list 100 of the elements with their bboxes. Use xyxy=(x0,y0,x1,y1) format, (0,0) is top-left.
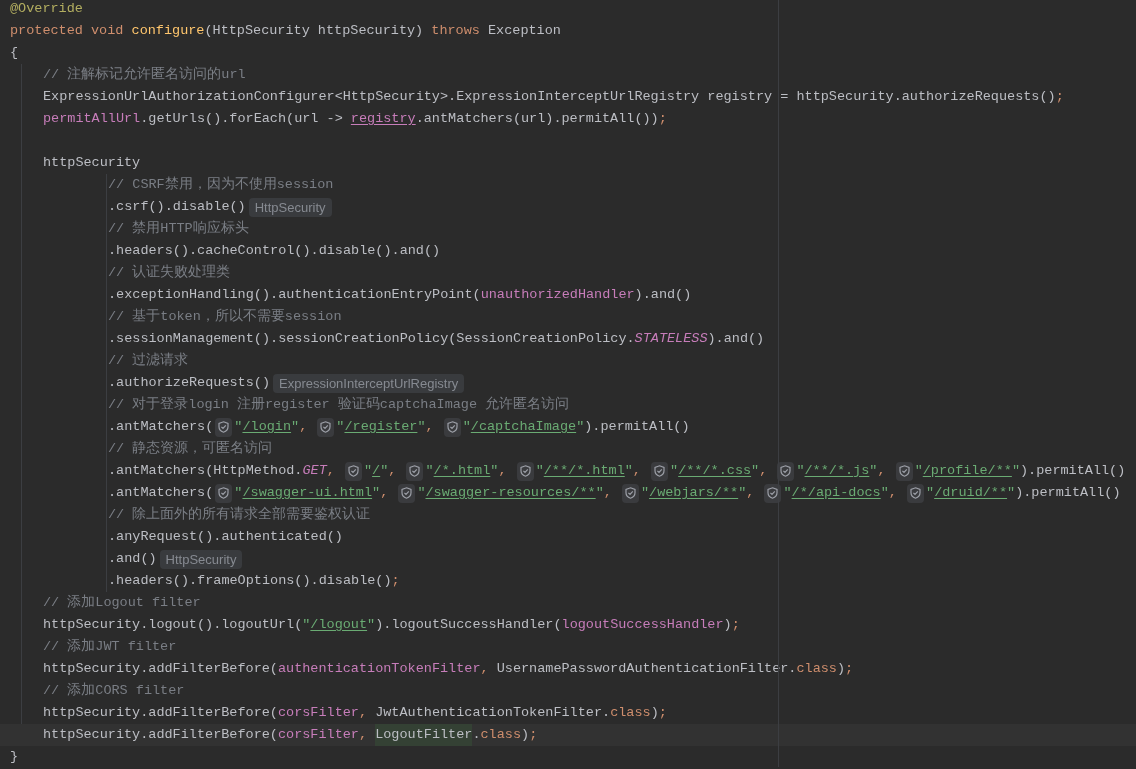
url-link[interactable]: /swagger-resources/** xyxy=(425,482,596,504)
code-comment: // 静态资源，可匿名访问 xyxy=(108,439,273,458)
shield-icon[interactable] xyxy=(317,417,335,437)
code-text: (HttpSecurity httpSecurity) xyxy=(204,22,425,40)
url-link[interactable]: /login xyxy=(242,416,292,438)
code-text: ).permitAll() xyxy=(1020,462,1126,480)
type-hint: HttpSecurity xyxy=(248,197,332,217)
field-name: authenticationTokenFilter xyxy=(277,660,481,678)
string-quote: " xyxy=(234,418,243,436)
code-text: .antMatchers(HttpMethod. xyxy=(108,462,303,480)
string-quote: " xyxy=(234,484,243,502)
code-text: .sessionManagement().sessionCreationPolicy(SessionCreationPolicy. xyxy=(108,330,635,348)
method-name: configure xyxy=(131,22,205,40)
url-link[interactable]: /captchaImage xyxy=(470,416,577,438)
punctuation: ; xyxy=(845,660,854,678)
code-comment: // 认证失败处理类 xyxy=(108,263,231,282)
shield-icon[interactable] xyxy=(651,461,669,481)
string-quote: " xyxy=(1007,484,1016,502)
punctuation: ; xyxy=(731,616,740,634)
code-comment: // 添加Logout filter xyxy=(43,593,201,612)
shield-icon[interactable] xyxy=(443,417,461,437)
shield-icon[interactable] xyxy=(516,461,534,481)
code-comment: // 基于token，所以不需要session xyxy=(108,307,342,326)
string-quote: " xyxy=(462,418,471,436)
url-link[interactable]: /register xyxy=(344,416,418,438)
field-name: unauthorizedHandler xyxy=(480,286,635,304)
shield-icon[interactable] xyxy=(398,483,416,503)
shield-icon[interactable] xyxy=(215,417,233,437)
code-text: .antMatchers(url).permitAll()) xyxy=(415,110,659,128)
shield-icon[interactable] xyxy=(895,461,913,481)
field-name: logoutSuccessHandler xyxy=(561,616,724,634)
code-text: .getUrls().forEach(url -> xyxy=(140,110,344,128)
url-link[interactable]: /logout xyxy=(310,614,368,636)
code-comment: // 添加JWT filter xyxy=(43,637,177,656)
code-comment: // 除上面外的所有请求全部需要鉴权认证 xyxy=(108,505,371,524)
punctuation: , xyxy=(888,484,898,502)
url-link[interactable]: /**/*.html xyxy=(543,460,625,482)
field-name: corsFilter xyxy=(277,704,359,722)
url-link[interactable]: /webjars/** xyxy=(649,482,739,504)
url-link[interactable]: /*/api-docs xyxy=(791,482,881,504)
shield-icon[interactable] xyxy=(215,483,233,503)
code-text: ) xyxy=(723,616,732,634)
keyword: class xyxy=(610,704,651,722)
string-quote: " xyxy=(738,484,747,502)
string-quote: " xyxy=(302,616,311,634)
punctuation: , xyxy=(358,726,369,744)
punctuation: , xyxy=(425,418,435,436)
punctuation: ; xyxy=(1055,88,1064,106)
code-text: } xyxy=(10,748,19,766)
code-text: ).permitAll() xyxy=(1015,484,1121,502)
url-link[interactable]: /**/*.css xyxy=(678,460,752,482)
code-text: Exception xyxy=(488,22,561,40)
code-comment: // 禁用HTTP响应标头 xyxy=(108,219,249,238)
code-text: httpSecurity xyxy=(43,154,141,172)
string-quote: " xyxy=(624,462,633,480)
code-text: . xyxy=(472,726,481,744)
code-text: .authorizeRequests() xyxy=(108,374,271,392)
punctuation: , xyxy=(759,462,769,480)
shield-icon[interactable] xyxy=(907,483,925,503)
string-quote: " xyxy=(1011,462,1020,480)
string-quote: " xyxy=(417,418,426,436)
string-quote: " xyxy=(380,462,389,480)
type-hint: HttpSecurity xyxy=(159,549,243,569)
shield-icon[interactable] xyxy=(621,483,639,503)
punctuation: , xyxy=(603,484,613,502)
keyword: class xyxy=(480,726,521,744)
code-text: .antMatchers( xyxy=(108,484,214,502)
url-link[interactable]: /**/*.js xyxy=(804,460,870,482)
url-link[interactable]: /druid/** xyxy=(934,482,1008,504)
string-quote: " xyxy=(595,484,604,502)
annotation: @Override xyxy=(10,0,83,18)
punctuation: , xyxy=(877,462,887,480)
url-link[interactable]: /*.html xyxy=(433,460,491,482)
url-link[interactable]: / xyxy=(372,460,381,482)
code-text: UsernamePasswordAuthenticationFilter. xyxy=(496,660,797,678)
shield-icon[interactable] xyxy=(406,461,424,481)
string-quote: " xyxy=(417,484,426,502)
code-text: ExpressionUrlAuthorizationConfigurer<HttpSecurity>.ExpressionInterceptUrlRegistry registry = httpSecurity.authorizeRequests() xyxy=(43,88,1056,106)
shield-icon[interactable] xyxy=(777,461,795,481)
field-name: permitAllUrl xyxy=(43,110,141,128)
punctuation: ; xyxy=(658,110,667,128)
code-text: httpSecurity.addFilterBefore( xyxy=(43,704,278,722)
punctuation: , xyxy=(480,660,490,678)
url-link[interactable]: /profile/** xyxy=(922,460,1012,482)
code-comment: // CSRF禁用，因为不使用session xyxy=(108,175,334,194)
keyword: class xyxy=(796,660,837,678)
string-quote: " xyxy=(796,462,805,480)
code-text: .headers().frameOptions().disable() xyxy=(108,572,392,590)
string-quote: " xyxy=(880,484,889,502)
string-quote: " xyxy=(751,462,760,480)
code-text: ) xyxy=(650,704,659,722)
shield-icon[interactable] xyxy=(344,461,362,481)
code-text: ).logoutSuccessHandler( xyxy=(375,616,562,634)
variable-name: registry xyxy=(350,110,416,128)
code-comment: // 对于登录login 注册register 验证码captchaImage 允许匿名访问 xyxy=(108,395,570,414)
keyword: throws xyxy=(431,22,481,40)
string-quote: " xyxy=(372,484,381,502)
string-quote: " xyxy=(291,418,300,436)
string-quote: " xyxy=(490,462,499,480)
url-link[interactable]: /swagger-ui.html xyxy=(242,482,373,504)
